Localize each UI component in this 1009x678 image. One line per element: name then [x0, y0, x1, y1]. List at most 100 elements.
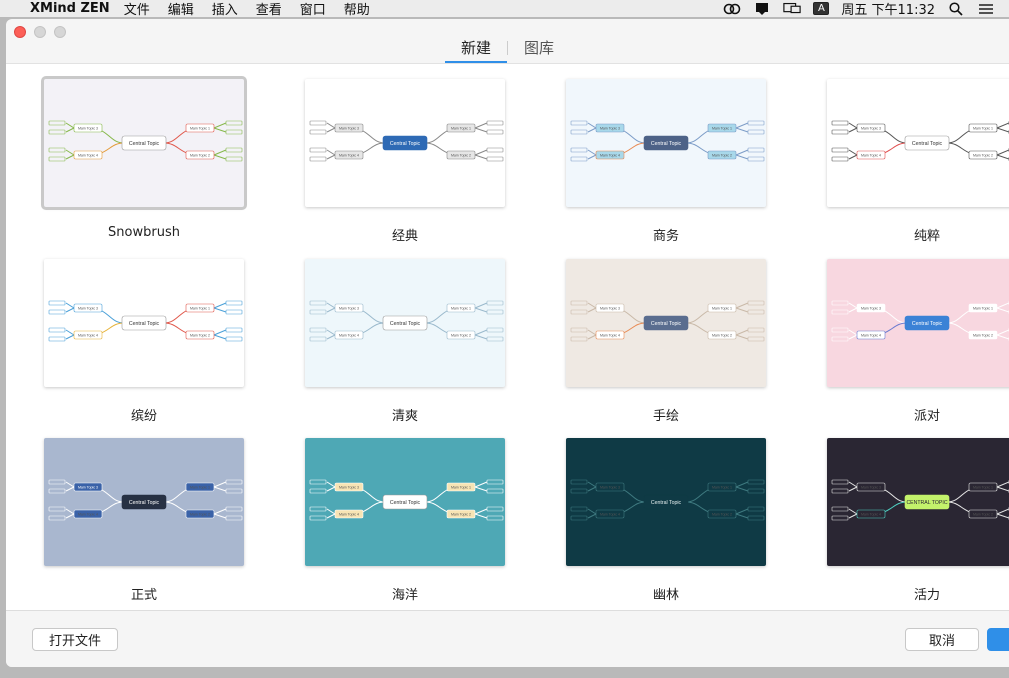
main-topic-label: Main Topic 1: [451, 127, 471, 131]
main-topic-label: Main Topic 3: [600, 127, 620, 131]
main-topic-label: Main Topic 2: [712, 154, 732, 158]
template-card[interactable]: Main Topic 3 Main Topic 4 Main Topic 1 Main…: [305, 259, 505, 424]
main-topic-label: Main Topic 4: [600, 154, 620, 158]
main-topic-label: Main Topic 3: [339, 127, 359, 131]
mind-map-preview: Main Topic 3 Main Topic 4 Main Topic 1 Main…: [48, 479, 243, 521]
template-card[interactable]: Main Topic 3 Main Topic 4 Main Topic 1 Main…: [827, 438, 1009, 603]
main-topic-label: Main Topic 4: [600, 334, 620, 338]
template-card[interactable]: Main Topic 3 Main Topic 4 Main Topic 1 Main…: [827, 259, 1009, 424]
template-thumbnail[interactable]: Main Topic 3 Main Topic 4 Main Topic 1 Main…: [44, 438, 244, 566]
template-thumbnail[interactable]: Main Topic 3 Main Topic 4 Main Topic 1 Main…: [305, 259, 505, 387]
main-topic-label: Main Topic 3: [339, 486, 359, 490]
template-card[interactable]: Main Topic 3 Main Topic 4 Main Topic 1 Main…: [305, 438, 505, 603]
template-thumbnail[interactable]: Main Topic 3 Main Topic 4 Main Topic 1 Main…: [566, 438, 766, 566]
template-thumbnail[interactable]: Main Topic 3 Main Topic 4 Main Topic 1 Main…: [44, 259, 244, 387]
template-name: 缤纷: [130, 409, 157, 424]
mind-map-preview: Main Topic 3 Main Topic 4 Main Topic 1 Main…: [831, 479, 1009, 521]
creative-cloud-icon[interactable]: [723, 2, 741, 15]
main-topic-label: Main Topic 3: [600, 486, 620, 490]
template-card[interactable]: Main Topic 3 Main Topic 4 Main Topic 1 Main…: [44, 438, 244, 603]
main-topic-label: Main Topic 4: [339, 513, 359, 517]
main-topic-label: Main Topic 2: [973, 513, 993, 517]
tab-gallery[interactable]: 图库: [508, 31, 570, 63]
dialog-footer: 打开文件 取消: [6, 610, 1009, 667]
template-card[interactable]: Main Topic 3 Main Topic 4 Main Topic 1 Main…: [41, 76, 247, 240]
main-topic-label: Main Topic 4: [861, 513, 881, 517]
central-topic-label: Central Topic: [912, 321, 943, 327]
central-topic-label: Central Topic: [390, 141, 421, 147]
central-topic-label: Central Topic: [129, 321, 160, 327]
template-name: 手绘: [652, 409, 679, 424]
central-topic-label: CENTRAL TOPIC: [906, 500, 947, 506]
main-topic-label: Main Topic 2: [451, 513, 471, 517]
template-name: 派对: [913, 409, 940, 424]
template-thumbnail[interactable]: Main Topic 3 Main Topic 4 Main Topic 1 Main…: [827, 438, 1009, 566]
template-thumbnail[interactable]: Main Topic 3 Main Topic 4 Main Topic 1 Main…: [566, 79, 766, 207]
template-card[interactable]: Main Topic 3 Main Topic 4 Main Topic 1 Main…: [566, 79, 766, 244]
main-topic-label: Main Topic 1: [712, 486, 732, 490]
central-topic-label: Central Topic: [651, 321, 682, 327]
central-topic-label: Central Topic: [390, 321, 421, 327]
template-name: Snowbrush: [108, 225, 180, 240]
template-name: 经典: [391, 229, 418, 244]
menu-edit[interactable]: 编辑: [168, 0, 194, 18]
main-topic-label: Main Topic 2: [712, 513, 732, 517]
template-thumbnail[interactable]: Main Topic 3 Main Topic 4 Main Topic 1 Main…: [827, 259, 1009, 387]
template-card[interactable]: Main Topic 3 Main Topic 4 Main Topic 1 Main…: [44, 259, 244, 424]
main-topic-label: Main Topic 4: [339, 334, 359, 338]
template-card[interactable]: Main Topic 3 Main Topic 4 Main Topic 1 Main…: [305, 79, 505, 244]
mind-map-preview: Main Topic 3 Main Topic 4 Main Topic 1 Main…: [570, 120, 765, 162]
template-card[interactable]: Main Topic 3 Main Topic 4 Main Topic 1 Main…: [566, 438, 766, 603]
search-icon[interactable]: [947, 1, 965, 16]
main-topic-label: Main Topic 3: [78, 307, 98, 311]
template-card[interactable]: Main Topic 3 Main Topic 4 Main Topic 1 Main…: [827, 79, 1009, 244]
menu-help[interactable]: 帮助: [344, 0, 370, 18]
tab-new[interactable]: 新建: [444, 31, 508, 63]
menubar-clock[interactable]: 周五 下午11:32: [841, 0, 935, 18]
template-thumbnail[interactable]: Main Topic 3 Main Topic 4 Main Topic 1 Main…: [41, 76, 247, 210]
menu-bar: XMind ZEN 文件 编辑 插入 查看 窗口 帮助 A 周五 下午11:32: [0, 0, 1009, 18]
template-card[interactable]: Main Topic 3 Main Topic 4 Main Topic 1 Main…: [566, 259, 766, 424]
menu-window[interactable]: 窗口: [300, 0, 326, 18]
main-topic-label: Main Topic 4: [861, 154, 881, 158]
main-topic-label: Main Topic 4: [861, 334, 881, 338]
template-name: 海洋: [391, 588, 418, 603]
main-topic-label: Main Topic 4: [78, 154, 98, 158]
main-topic-label: Main Topic 2: [973, 154, 993, 158]
central-topic-label: Central Topic: [129, 141, 160, 147]
main-topic-label: Main Topic 4: [339, 154, 359, 158]
main-topic-label: Main Topic 1: [712, 127, 732, 131]
main-topic-label: Main Topic 3: [78, 127, 98, 131]
template-name: 商务: [652, 229, 679, 244]
mind-map-preview: Main Topic 3 Main Topic 4 Main Topic 1 Main…: [309, 300, 504, 342]
menu-file[interactable]: 文件: [124, 0, 150, 18]
main-topic-label: Main Topic 3: [861, 127, 881, 131]
template-thumbnail[interactable]: Main Topic 3 Main Topic 4 Main Topic 1 Main…: [305, 79, 505, 207]
main-topic-label: Main Topic 1: [973, 486, 993, 490]
mind-map-preview: Main Topic 3 Main Topic 4 Main Topic 1 Main…: [48, 300, 243, 342]
mind-map-preview: Main Topic 3 Main Topic 4 Main Topic 1 Main…: [831, 300, 1009, 342]
cancel-button[interactable]: 取消: [905, 628, 979, 651]
main-topic-label: Main Topic 2: [190, 334, 210, 338]
template-thumbnail[interactable]: Main Topic 3 Main Topic 4 Main Topic 1 Main…: [305, 438, 505, 566]
menu-view[interactable]: 查看: [256, 0, 282, 18]
display-icon[interactable]: [783, 2, 802, 15]
main-topic-label: Main Topic 2: [712, 334, 732, 338]
input-source-icon[interactable]: A: [813, 2, 830, 15]
main-topic-label: Main Topic 3: [861, 307, 881, 311]
template-name: 清爽: [391, 409, 418, 424]
open-file-button[interactable]: 打开文件: [32, 628, 118, 651]
main-topic-label: Main Topic 1: [451, 486, 471, 490]
template-name: 幽林: [652, 588, 679, 603]
menu-insert[interactable]: 插入: [212, 0, 238, 18]
main-topic-label: Main Topic 2: [451, 154, 471, 158]
template-name: 正式: [130, 588, 157, 603]
create-button[interactable]: [987, 628, 1009, 651]
notification-icon[interactable]: [753, 2, 771, 15]
main-topic-label: Main Topic 2: [451, 334, 471, 338]
template-thumbnail[interactable]: Main Topic 3 Main Topic 4 Main Topic 1 Main…: [827, 79, 1009, 207]
app-name-menu[interactable]: XMind ZEN: [30, 1, 110, 16]
mind-map-preview: Main Topic 3 Main Topic 4 Main Topic 1 Main…: [309, 120, 504, 162]
control-center-icon[interactable]: [977, 2, 995, 15]
template-thumbnail[interactable]: Main Topic 3 Main Topic 4 Main Topic 1 Main…: [566, 259, 766, 387]
